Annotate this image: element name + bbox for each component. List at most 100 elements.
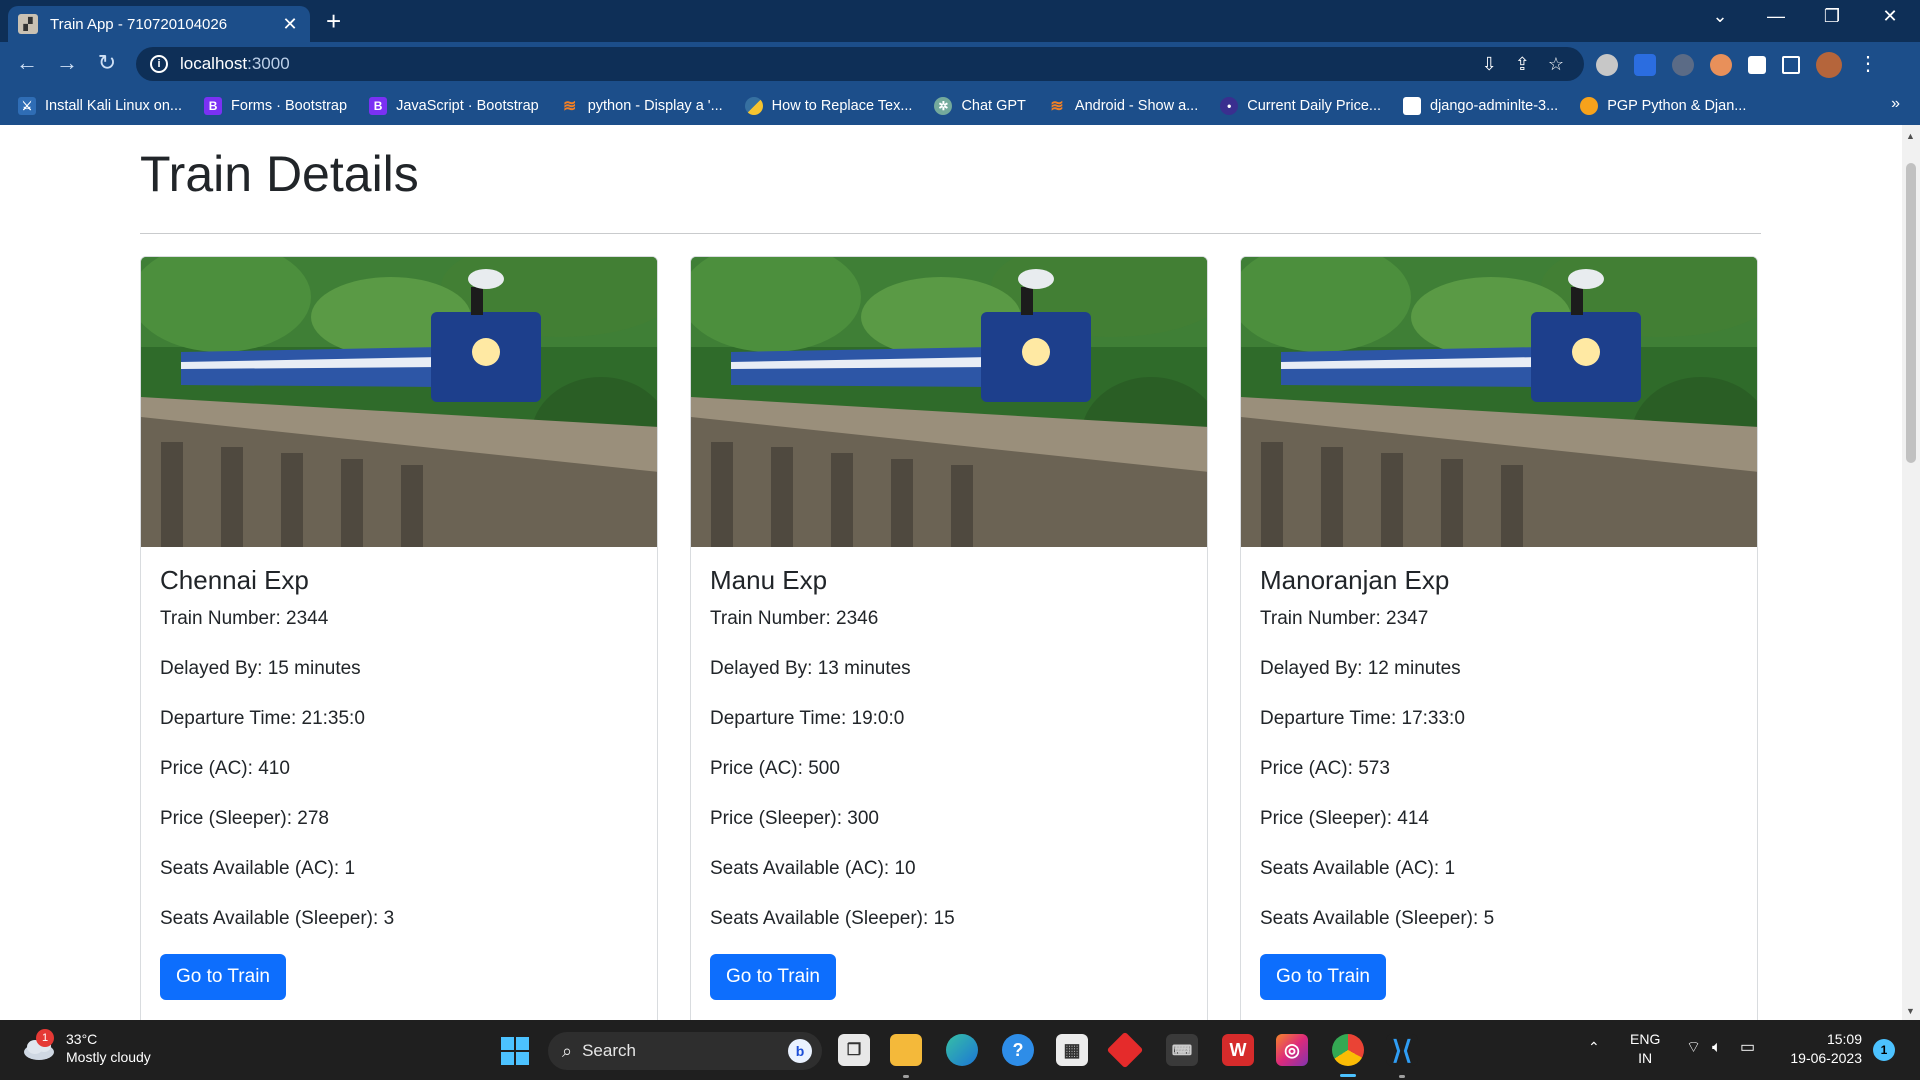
price-ac: Price (AC): 573 xyxy=(1260,758,1390,779)
tab-search-chevron-icon[interactable]: ⌄ xyxy=(1700,6,1740,27)
scrollbar-thumb[interactable] xyxy=(1906,163,1916,463)
delayed-by: Delayed By: 13 minutes xyxy=(710,658,911,679)
train-photo xyxy=(691,257,1207,547)
weather-badge: 1 xyxy=(36,1029,54,1047)
bookmarks-bar: ⚔ Install Kali Linux on... B Forms · Boots… xyxy=(0,87,1920,125)
bookmark-item[interactable]: PGP Python & Djan... xyxy=(1580,97,1746,115)
wps-office-icon[interactable]: W xyxy=(1222,1034,1254,1066)
instagram-icon[interactable]: ◎ xyxy=(1276,1034,1308,1066)
tab-favicon-icon: ▞ xyxy=(18,14,38,34)
card-body: Chennai Exp Train Number: 2344 Delayed B… xyxy=(141,547,657,1018)
card-body: Manu Exp Train Number: 2346 Delayed By: … xyxy=(691,547,1207,1018)
anydesk-icon[interactable] xyxy=(1106,1031,1144,1069)
seats-ac: Seats Available (AC): 1 xyxy=(160,858,356,879)
volume-icon[interactable]: 🔈︎ xyxy=(1712,1038,1722,1057)
bookmark-item[interactable]: ≋ python - Display a '... xyxy=(561,97,723,115)
price-sleeper: Price (Sleeper): 300 xyxy=(710,808,879,829)
train-photo xyxy=(1241,257,1757,547)
tab-title: Train App - 710720104026 xyxy=(50,15,228,33)
microsoft-store-icon[interactable]: ▦ xyxy=(1056,1034,1088,1066)
clock[interactable]: 15:09 19-06-2023 xyxy=(1780,1030,1862,1068)
bookmark-item[interactable]: B JavaScript · Bootstrap xyxy=(369,97,539,115)
stack-overflow-icon: ≋ xyxy=(1050,98,1064,115)
scroll-up-icon[interactable]: ▲ xyxy=(1906,131,1915,141)
install-app-icon[interactable]: ⇩ xyxy=(1482,54,1497,75)
departure-time: Departure Time: 19:0:0 xyxy=(710,708,905,729)
go-to-train-button[interactable]: Go to Train xyxy=(160,954,286,1000)
task-view-icon[interactable]: ❐ xyxy=(838,1034,870,1066)
share-icon[interactable]: ⇪ xyxy=(1515,54,1530,75)
bookmark-item[interactable]: How to Replace Tex... xyxy=(744,97,912,115)
weather-widget[interactable]: 1 33°C Mostly cloudy xyxy=(22,1029,151,1066)
wifi-icon[interactable]: ⌔ xyxy=(1686,1038,1701,1057)
train-image xyxy=(691,257,1207,547)
train-image xyxy=(141,257,657,547)
bookmarks-overflow-icon[interactable]: » xyxy=(1891,95,1900,113)
windows-taskbar: 1 33°C Mostly cloudy ⌕ Search b ❐ ? ▦ ⌨ … xyxy=(0,1020,1920,1080)
extension-cursor-icon[interactable] xyxy=(1672,54,1694,76)
url-host: localhost xyxy=(180,54,248,73)
bookmark-item[interactable]: ✲ Chat GPT xyxy=(934,97,1026,115)
profile-avatar[interactable] xyxy=(1816,52,1842,78)
browser-menu-icon[interactable]: ⋮ xyxy=(1858,51,1878,78)
minimize-icon[interactable]: — xyxy=(1756,6,1796,27)
restore-icon[interactable]: ❐ xyxy=(1812,6,1852,27)
kali-icon: ⚔ xyxy=(18,97,36,115)
train-card: Manu Exp Train Number: 2346 Delayed By: … xyxy=(690,256,1208,1020)
chrome-icon[interactable] xyxy=(1332,1034,1364,1066)
bookmark-item[interactable]: B Forms · Bootstrap xyxy=(204,97,347,115)
browser-toolbar: ← → ↻ i localhost:3000 ⇩ ⇪ ☆ ⋮ xyxy=(0,42,1920,87)
tray-overflow-icon[interactable]: ⌃ xyxy=(1588,1038,1600,1057)
page-scrollbar[interactable]: ▲ ▼ xyxy=(1902,125,1920,1020)
browser-tab-active[interactable]: ▞ Train App - 710720104026 ✕ xyxy=(8,6,310,42)
language-indicator[interactable]: ENG IN xyxy=(1630,1030,1660,1068)
back-icon[interactable]: ← xyxy=(12,50,42,76)
weather-desc: Mostly cloudy xyxy=(66,1049,151,1065)
seats-ac: Seats Available (AC): 10 xyxy=(710,858,916,879)
battery-icon[interactable]: ▭ xyxy=(1740,1038,1755,1057)
terminal-icon[interactable]: ⌨ xyxy=(1166,1034,1198,1066)
bookmark-item[interactable]: ≋ Android - Show a... xyxy=(1048,97,1198,115)
vscode-icon[interactable]: ⟩⟨ xyxy=(1386,1034,1418,1066)
extension-pen-icon[interactable] xyxy=(1634,54,1656,76)
new-tab-icon[interactable]: + xyxy=(326,8,341,34)
bootstrap-icon: B xyxy=(204,97,223,115)
reload-icon[interactable]: ↻ xyxy=(92,50,122,76)
browser-title-bar: ▞ Train App - 710720104026 ✕ + ⌄ — ❐ ✕ xyxy=(0,0,1920,42)
file-explorer-icon[interactable] xyxy=(890,1034,922,1066)
site-info-icon[interactable]: i xyxy=(150,55,168,73)
notification-badge[interactable]: 1 xyxy=(1873,1039,1895,1061)
go-to-train-button[interactable]: Go to Train xyxy=(710,954,836,1000)
scroll-down-icon[interactable]: ▼ xyxy=(1906,1006,1915,1016)
price-ac: Price (AC): 500 xyxy=(710,758,840,779)
extension-settings-icon[interactable] xyxy=(1596,54,1618,76)
bookmark-item[interactable]: • Current Daily Price... xyxy=(1220,97,1381,115)
extension-face-icon[interactable] xyxy=(1710,54,1732,76)
market-icon: • xyxy=(1220,97,1239,115)
cloud-icon: 1 xyxy=(22,1029,56,1061)
url-port: :3000 xyxy=(247,54,290,73)
bing-icon[interactable]: b xyxy=(788,1039,812,1063)
bookmark-item[interactable]: ⚔ Install Kali Linux on... xyxy=(18,97,182,115)
windows-start-icon[interactable] xyxy=(500,1036,530,1066)
edge-icon[interactable] xyxy=(946,1034,978,1066)
seats-sleeper: Seats Available (Sleeper): 15 xyxy=(710,908,955,929)
bookmark-item[interactable]: django-adminlte-3... xyxy=(1403,97,1558,115)
card-body: Manoranjan Exp Train Number: 2347 Delaye… xyxy=(1241,547,1757,1018)
address-bar[interactable]: i localhost:3000 ⇩ ⇪ ☆ xyxy=(136,47,1584,81)
train-name: Manu Exp xyxy=(710,565,828,595)
extensions-puzzle-icon[interactable] xyxy=(1748,56,1766,74)
stack-overflow-icon: ≋ xyxy=(563,98,577,115)
forward-icon[interactable]: → xyxy=(52,50,82,76)
go-to-train-button[interactable]: Go to Train xyxy=(1260,954,1386,1000)
tab-close-icon[interactable]: ✕ xyxy=(280,14,300,35)
side-panel-icon[interactable] xyxy=(1782,56,1800,74)
train-number: Train Number: 2347 xyxy=(1260,608,1429,629)
close-window-icon[interactable]: ✕ xyxy=(1870,6,1910,27)
train-card: Chennai Exp Train Number: 2344 Delayed B… xyxy=(140,256,658,1020)
bookmark-star-icon[interactable]: ☆ xyxy=(1548,54,1564,75)
help-icon[interactable]: ? xyxy=(1002,1034,1034,1066)
clock-date: 19-06-2023 xyxy=(1790,1050,1862,1066)
taskbar-search[interactable]: ⌕ Search b xyxy=(548,1032,822,1070)
package-icon xyxy=(1403,97,1422,115)
